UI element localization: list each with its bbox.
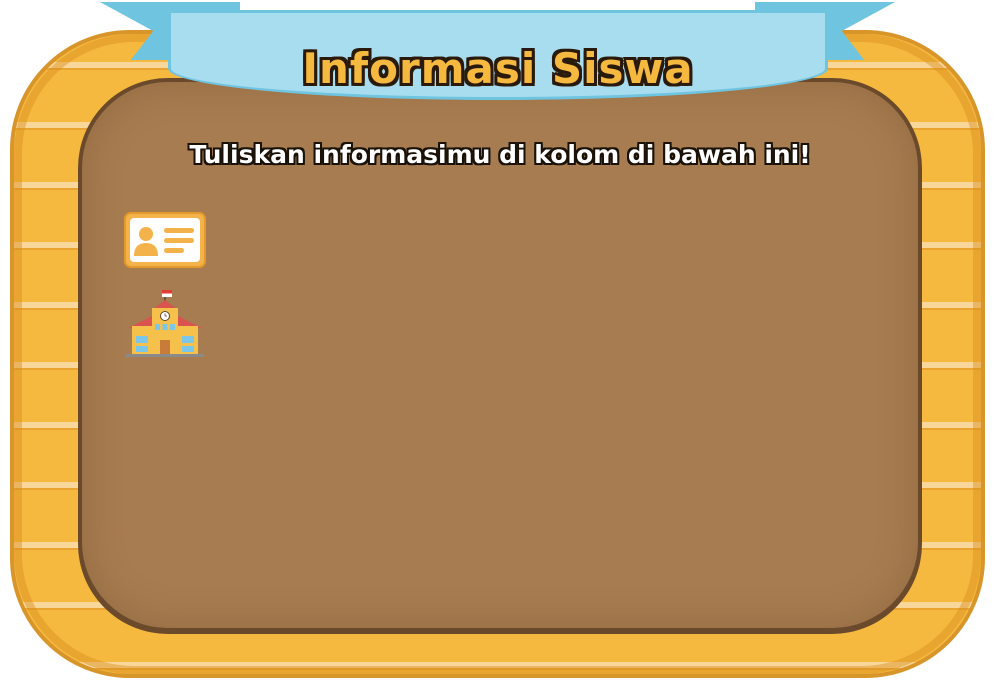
instruction-text: Tuliskan informasimu di kolom di bawah i… [189,140,811,169]
id-card-icon [124,212,206,268]
page-title: Informasi Siswa [302,44,694,93]
school-icon [126,290,204,357]
